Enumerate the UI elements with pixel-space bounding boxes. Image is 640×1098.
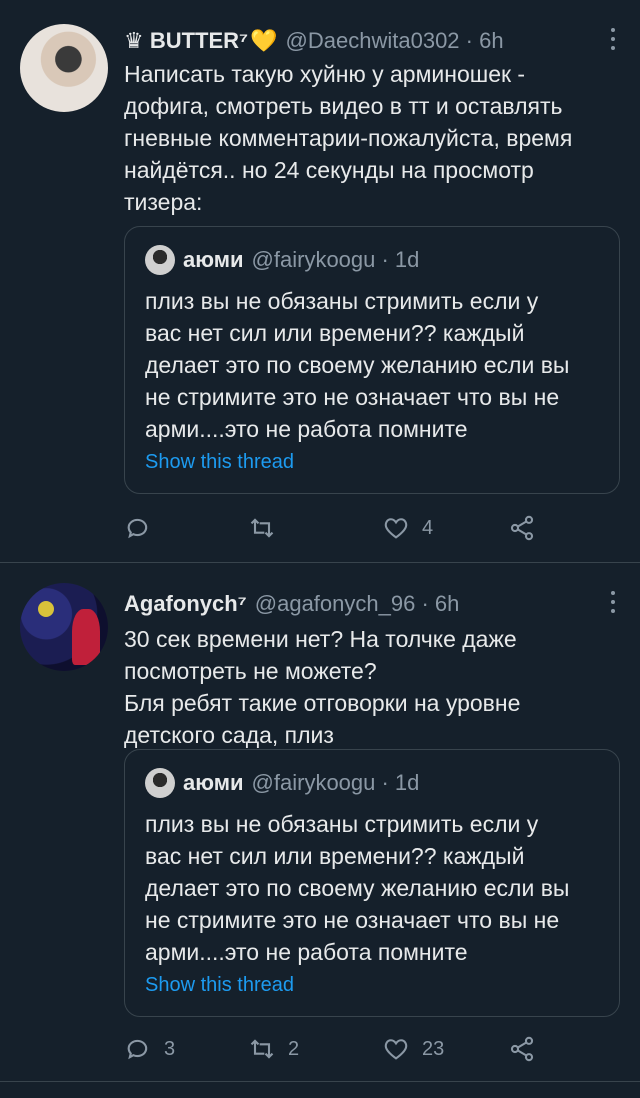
tweet[interactable]: ♛ BUTTER⁷ 💛 @Daechwita0302 · 6h Написать… [0,0,640,563]
retweet-button[interactable]: 2 [248,1029,299,1069]
reply-button[interactable] [124,508,164,548]
yellow-heart-emoji: 💛 [250,28,278,53]
retweet-count: 2 [288,1037,300,1060]
author-name[interactable]: Agafonych⁷ [124,591,247,617]
heart-icon [384,518,408,539]
reply-icon [127,518,148,539]
tweet-actions: 4 [124,508,564,548]
tweet-text: 30 сек времени нет? На толчке даже посмо… [124,626,521,748]
avatar[interactable] [20,583,108,671]
quoted-tweet-header: аюми @fairykoogu · 1d [145,245,419,275]
author-handle-time[interactable]: @agafonych_96 · 6h [255,591,460,617]
retweet-icon [250,1039,274,1059]
like-count: 23 [422,1037,445,1060]
heart-icon [384,1039,408,1060]
reply-icon [127,1039,148,1060]
like-button[interactable]: 23 [382,1029,444,1069]
quoted-author-handle-time: @fairykoogu · 1d [251,770,420,795]
author-handle-time[interactable]: @Daechwita0302 · 6h [286,28,504,54]
reply-button[interactable]: 3 [124,1029,175,1069]
tweet-header: ♛ BUTTER⁷ 💛 @Daechwita0302 · 6h [124,26,600,56]
retweet-button[interactable] [248,508,288,548]
more-options-icon[interactable] [610,28,616,50]
author-name[interactable]: ♛ BUTTER⁷ [124,28,248,54]
more-options-icon[interactable] [610,591,616,613]
like-button[interactable]: 4 [382,508,433,548]
quoted-author-handle-time: @fairykoogu · 1d [251,247,420,272]
tweet[interactable]: Agafonych⁷ @agafonych_96 · 6h 30 сек вре… [0,563,640,1082]
share-button[interactable] [508,508,536,548]
quoted-author-name: аюми [183,770,244,795]
quoted-author-name: аюми [183,247,244,272]
show-thread-link[interactable]: Show this thread [145,451,294,474]
quoted-tweet-text: плиз вы не обязаны стримить если у вас н… [145,811,570,965]
share-icon [510,1036,534,1062]
tweet-text: Написать такую хуйню у арминошек - дофиг… [124,61,573,215]
avatar [145,245,175,275]
reply-count: 3 [164,1037,176,1060]
quoted-tweet-header: аюми @fairykoogu · 1d [145,768,419,798]
quoted-tweet-text: плиз вы не обязаны стримить если у вас н… [145,288,570,442]
share-icon [510,515,534,541]
quoted-tweet[interactable]: аюми @fairykoogu · 1d плиз вы не обязаны… [124,749,620,1017]
quoted-tweet[interactable]: аюми @fairykoogu · 1d плиз вы не обязаны… [124,226,620,494]
retweet-icon [250,518,274,538]
like-count: 4 [422,516,434,539]
avatar [145,768,175,798]
tweet-actions: 3 2 23 [124,1029,564,1069]
tweet-header: Agafonych⁷ @agafonych_96 · 6h [124,589,600,619]
show-thread-link[interactable]: Show this thread [145,974,294,997]
avatar[interactable] [20,24,108,112]
share-button[interactable] [508,1029,536,1069]
